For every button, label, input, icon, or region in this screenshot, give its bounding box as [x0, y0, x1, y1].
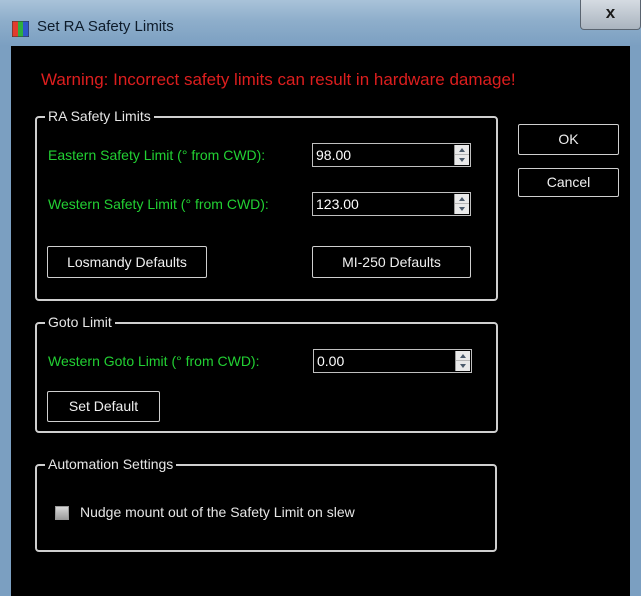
- western-limit-value: 123.00: [316, 196, 359, 212]
- western-goto-limit-value: 0.00: [317, 353, 345, 369]
- spin-up-icon[interactable]: [455, 194, 469, 204]
- set-default-button[interactable]: Set Default: [47, 391, 160, 422]
- goto-limit-group: Goto Limit Western Goto Limit (° from CW…: [35, 314, 498, 433]
- mi250-defaults-button[interactable]: MI-250 Defaults: [312, 246, 471, 278]
- ok-button[interactable]: OK: [518, 124, 619, 155]
- window-frame-left: [0, 46, 11, 596]
- losmandy-defaults-button[interactable]: Losmandy Defaults: [47, 246, 207, 278]
- warning-text: Warning: Incorrect safety limits can res…: [41, 70, 516, 89]
- spin-down-icon[interactable]: [456, 361, 470, 371]
- window-frame-right: [630, 46, 641, 596]
- close-button[interactable]: x: [580, 0, 641, 30]
- app-icon: [12, 21, 29, 37]
- spin-down-icon[interactable]: [455, 155, 469, 165]
- cancel-button[interactable]: Cancel: [518, 168, 619, 197]
- western-limit-input[interactable]: 123.00: [312, 192, 471, 216]
- nudge-mount-label[interactable]: Nudge mount out of the Safety Limit on s…: [80, 504, 355, 520]
- western-limit-label: Western Safety Limit (° from CWD):: [48, 196, 269, 212]
- title-bar: Set RA Safety Limits x: [0, 0, 641, 46]
- eastern-limit-label: Eastern Safety Limit (° from CWD):: [48, 147, 266, 163]
- western-goto-limit-spinner[interactable]: [455, 351, 470, 371]
- western-goto-limit-label: Western Goto Limit (° from CWD):: [48, 353, 260, 369]
- ra-safety-limits-legend: RA Safety Limits: [45, 108, 154, 124]
- automation-settings-group: Automation Settings Nudge mount out of t…: [35, 456, 497, 552]
- spin-down-icon[interactable]: [455, 204, 469, 214]
- western-limit-spinner[interactable]: [454, 194, 469, 214]
- ra-safety-limits-group: RA Safety Limits Eastern Safety Limit (°…: [35, 108, 498, 301]
- automation-settings-legend: Automation Settings: [45, 456, 177, 472]
- western-goto-limit-input[interactable]: 0.00: [313, 349, 472, 373]
- goto-limit-legend: Goto Limit: [45, 314, 115, 330]
- spin-up-icon[interactable]: [455, 145, 469, 155]
- nudge-mount-checkbox[interactable]: [55, 506, 69, 520]
- dialog-body: Warning: Incorrect safety limits can res…: [11, 46, 630, 596]
- eastern-limit-spinner[interactable]: [454, 145, 469, 165]
- eastern-limit-value: 98.00: [316, 147, 352, 163]
- eastern-limit-input[interactable]: 98.00: [312, 143, 471, 167]
- spin-up-icon[interactable]: [456, 351, 470, 361]
- window-title: Set RA Safety Limits: [37, 18, 174, 35]
